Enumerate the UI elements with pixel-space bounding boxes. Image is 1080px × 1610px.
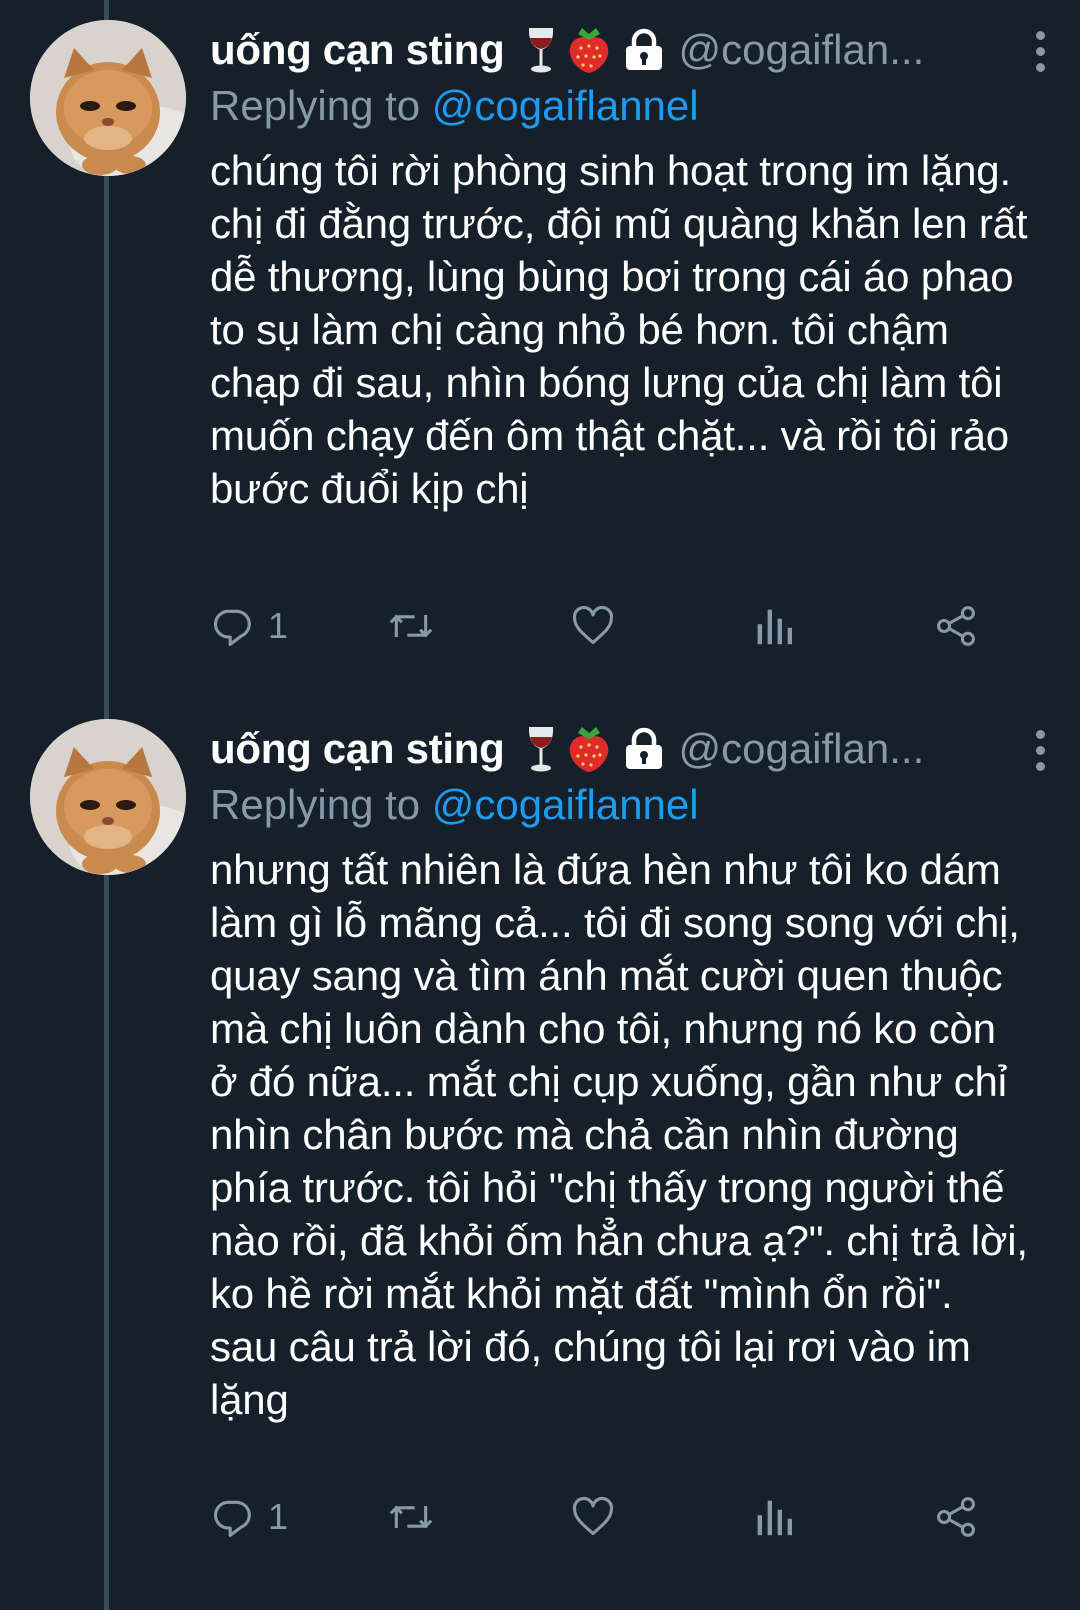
analytics-icon: [757, 1500, 792, 1536]
tweet-header: uống cạn sting @cogaiflan...: [210, 20, 1040, 80]
reply-icon: [213, 609, 251, 646]
avatar[interactable]: [30, 719, 186, 875]
handle[interactable]: @cogaiflan...: [678, 725, 924, 773]
share-icon: [937, 606, 975, 646]
reply-count: 1: [268, 605, 289, 646]
tweet-text: chúng tôi rời phòng sinh hoạt trong im l…: [210, 147, 1028, 512]
replying-to-mention[interactable]: @cogaiflannel: [432, 82, 699, 129]
reply-button[interactable]: 1: [210, 596, 288, 656]
replying-prefix: Replying to: [210, 82, 432, 129]
lock-icon: [626, 727, 663, 769]
more-options-icon[interactable]: [1020, 26, 1060, 76]
reply-button[interactable]: 1: [210, 1487, 288, 1547]
tweet-text: nhưng tất nhiên là đứa hèn như tôi ko dá…: [210, 846, 1028, 1423]
share-button[interactable]: [934, 1487, 978, 1547]
share-icon: [937, 1497, 975, 1537]
strawberry-icon: [570, 28, 609, 73]
lock-icon: [626, 28, 663, 70]
replying-to: Replying to @cogaiflannel: [210, 781, 699, 829]
retweet-button[interactable]: [386, 596, 436, 656]
like-button[interactable]: [570, 1487, 616, 1547]
replying-to-mention[interactable]: @cogaiflannel: [432, 781, 699, 828]
handle[interactable]: @cogaiflan...: [678, 26, 924, 74]
avatar[interactable]: [30, 20, 186, 176]
retweet-icon: [389, 614, 433, 638]
analytics-button[interactable]: [754, 1487, 794, 1547]
reply-count: 1: [268, 1496, 289, 1537]
tweet-actions: 1: [210, 1487, 1010, 1547]
tweet[interactable]: uống cạn sting @cogaiflan... Replying to…: [0, 719, 1080, 1610]
display-name[interactable]: uống cạn sting: [210, 725, 505, 773]
name-emojis: [526, 725, 666, 773]
tweet-actions: 1: [210, 596, 1010, 656]
display-name[interactable]: uống cạn sting: [210, 26, 505, 74]
retweet-icon: [389, 1505, 433, 1529]
like-icon: [572, 1496, 614, 1536]
thread-line-top: [104, 0, 109, 22]
wine-glass-icon: [529, 28, 554, 73]
strawberry-icon: [570, 727, 609, 772]
more-options-icon[interactable]: [1020, 725, 1060, 775]
reply-icon: [213, 1500, 251, 1537]
wine-glass-icon: [529, 727, 554, 772]
analytics-button[interactable]: [754, 596, 794, 656]
like-icon: [572, 605, 614, 645]
like-button[interactable]: [570, 596, 616, 656]
replying-prefix: Replying to: [210, 781, 432, 828]
analytics-icon: [757, 609, 792, 645]
share-button[interactable]: [934, 596, 978, 656]
tweet-header: uống cạn sting @cogaiflan...: [210, 719, 1040, 779]
replying-to: Replying to @cogaiflannel: [210, 82, 699, 130]
tweet[interactable]: uống cạn sting @cogaiflan... Replying to…: [0, 20, 1080, 700]
retweet-button[interactable]: [386, 1487, 436, 1547]
name-emojis: [526, 26, 666, 74]
